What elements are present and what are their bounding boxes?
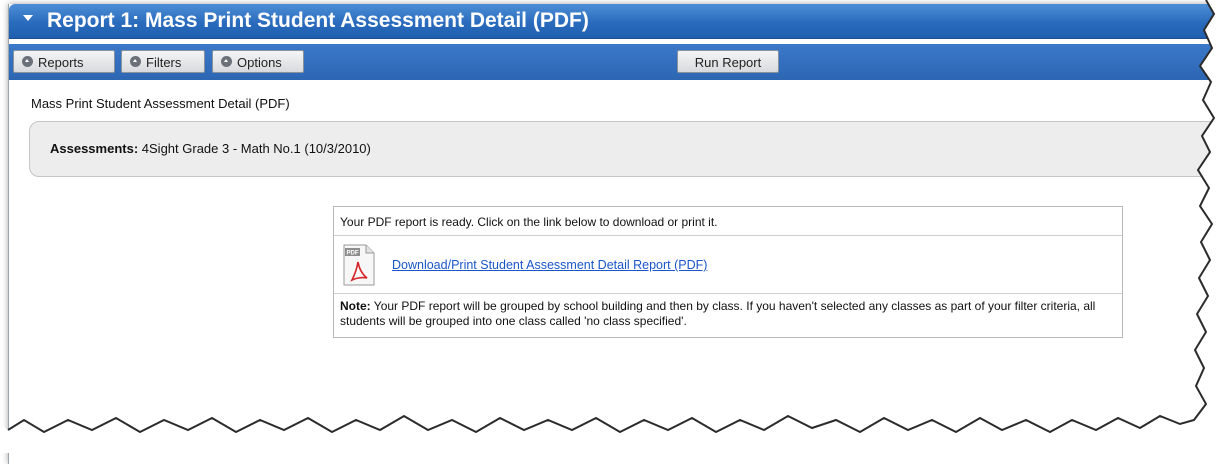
assessments-value: 4Sight Grade 3 - Math No.1 (10/3/2010): [141, 141, 371, 156]
pdf-note: Note: Your PDF report will be grouped by…: [340, 299, 1114, 329]
collapse-up-icon: [22, 56, 33, 67]
reports-button[interactable]: Reports: [13, 50, 115, 73]
run-report-button[interactable]: Run Report: [677, 50, 779, 73]
pdf-ready-row: Your PDF report is ready. Click on the l…: [334, 207, 1122, 236]
download-pdf-link[interactable]: Download/Print Student Assessment Detail…: [392, 258, 707, 272]
collapse-caret-icon[interactable]: [23, 15, 33, 21]
run-report-button-label: Run Report: [694, 55, 762, 70]
report-title: Report 1: Mass Print Student Assessment …: [47, 9, 589, 32]
pdf-ready-text: Your PDF report is ready. Click on the l…: [340, 215, 718, 229]
pdf-ready-panel: Your PDF report is ready. Click on the l…: [333, 206, 1123, 338]
collapse-up-icon: [221, 56, 232, 67]
pdf-icon-label: PDF: [347, 251, 359, 257]
report-subtitle: Mass Print Student Assessment Detail (PD…: [31, 96, 290, 111]
filters-button[interactable]: Filters: [121, 50, 205, 73]
reports-button-label: Reports: [38, 55, 84, 70]
note-label: Note:: [340, 299, 371, 313]
note-text: Your PDF report will be grouped by schoo…: [340, 299, 1096, 328]
filters-button-label: Filters: [146, 55, 182, 70]
pdf-download-row: PDF Download/Print Student Assessment De…: [334, 236, 1122, 294]
assessments-line: Assessments: 4Sight Grade 3 - Math No.1 …: [50, 141, 371, 156]
pdf-file-icon[interactable]: PDF: [342, 244, 376, 286]
assessments-label: Assessments:: [50, 141, 139, 156]
report-toolbar: Reports Filters Options Run Report: [9, 44, 1224, 80]
collapse-up-icon: [130, 56, 141, 67]
report-title-bar[interactable]: Report 1: Mass Print Student Assessment …: [9, 4, 1224, 39]
assessments-panel: Assessments: 4Sight Grade 3 - Math No.1 …: [29, 121, 1224, 177]
options-button-label: Options: [237, 55, 282, 70]
report-window: Report 1: Mass Print Student Assessment …: [8, 4, 1224, 464]
options-button[interactable]: Options: [212, 50, 304, 73]
